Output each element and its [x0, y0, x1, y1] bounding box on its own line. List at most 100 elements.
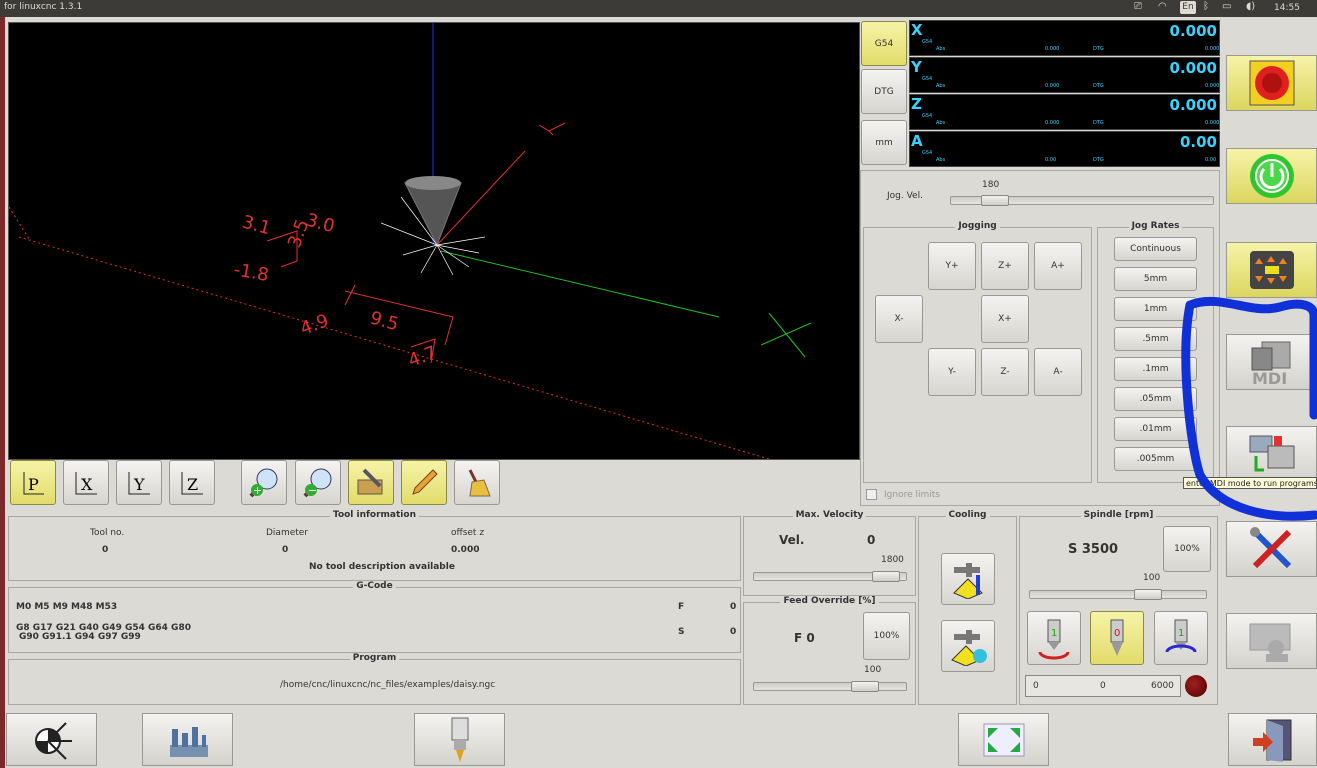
- dro-axis-label: A: [911, 132, 923, 150]
- dro-y[interactable]: Y G54 Abs 0.000 DTG 0.000 0.000: [909, 57, 1220, 93]
- flood-coolant-button[interactable]: [941, 553, 995, 605]
- spindle-override-slider-handle[interactable]: [1134, 589, 1162, 600]
- spindle-cw-button[interactable]: 1: [1154, 611, 1208, 665]
- system-top-bar: for linuxcnc 1.3.1 ⎚ ◠ En ᛒ ▭ ◖) 14:55: [0, 0, 1317, 17]
- volume-icon[interactable]: ◖): [1246, 1, 1255, 12]
- spindle-override-slider[interactable]: [1029, 589, 1207, 600]
- wifi-icon[interactable]: ◠: [1158, 1, 1167, 12]
- velocity-value: 0: [867, 533, 876, 547]
- dro-abs-label: Abs: [936, 157, 946, 163]
- dro-value: 0.000: [1169, 96, 1217, 114]
- view-z-button[interactable]: Z: [169, 460, 215, 505]
- dro-x[interactable]: X G54 Abs 0.000 DTG 0.000 0.000: [909, 20, 1220, 56]
- pencil-icon: [412, 468, 438, 495]
- jog-a-minus-button[interactable]: A-: [1034, 348, 1082, 396]
- show-path-button[interactable]: [401, 460, 447, 505]
- jog-z-minus-button[interactable]: Z-: [981, 348, 1029, 396]
- spindle-stop-icon: 0: [1110, 619, 1124, 656]
- zoom-out-button[interactable]: −: [295, 460, 341, 505]
- feed-override-slider-handle[interactable]: [851, 681, 879, 692]
- fullscreen-button[interactable]: [958, 713, 1049, 766]
- zoom-in-icon: +: [249, 468, 278, 497]
- machine-power-button[interactable]: [1226, 148, 1317, 204]
- dro-coord-label: G54: [922, 113, 933, 119]
- dro-dtg-value: 0.000: [1205, 46, 1220, 52]
- ref-all-button[interactable]: [6, 713, 97, 766]
- dro-value: 0.000: [1169, 22, 1217, 40]
- mist-coolant-button[interactable]: [941, 620, 995, 672]
- spindle-ccw-icon: 1: [1038, 619, 1070, 660]
- offset-z-value: 0.000: [451, 545, 480, 555]
- spindle-ccw-button[interactable]: 1: [1027, 611, 1081, 665]
- battery-icon[interactable]: ▭: [1222, 1, 1231, 12]
- fullscreen-icon: [983, 723, 1024, 756]
- jog-y-plus-button[interactable]: Y+: [928, 242, 976, 290]
- tool-change-button[interactable]: [414, 713, 505, 766]
- view-y-button[interactable]: Y: [116, 460, 162, 505]
- gcode-panel: G-Code: [8, 581, 741, 653]
- diameter-label: Diameter: [266, 528, 309, 538]
- spindle-stop-button[interactable]: 0: [1090, 611, 1144, 665]
- dro-abs-label: Abs: [936, 120, 946, 126]
- speed-label: S: [678, 627, 685, 637]
- jog-rate-continuous[interactable]: Continuous: [1114, 237, 1197, 261]
- dro-axis-label: Z: [911, 95, 922, 113]
- spindle-title: Spindle [rpm]: [1080, 510, 1157, 520]
- spindle-bar-min: 0: [1033, 681, 1039, 691]
- touch-off-button[interactable]: [142, 713, 233, 766]
- feed-override-reset-button[interactable]: 100%: [863, 612, 910, 660]
- dtg-toggle-button[interactable]: DTG: [861, 69, 907, 114]
- jog-x-plus-button[interactable]: X+: [981, 295, 1029, 343]
- user-tabs-icon: [1249, 623, 1290, 662]
- tool-no-label: Tool no.: [90, 528, 125, 538]
- toolpath-preview[interactable]: 3.1 3.0 3.5 -1.8 4.9 9.5 4.7: [8, 22, 860, 460]
- dro-dtg-label: DTG: [1093, 120, 1104, 126]
- flood-coolant-icon: [953, 563, 983, 599]
- dro-z[interactable]: Z G54 Abs 0.000 DTG 0.000 0.000: [909, 94, 1220, 130]
- coord-system-button[interactable]: G54: [861, 21, 907, 66]
- keyboard-layout-indicator[interactable]: En: [1180, 1, 1196, 14]
- clock[interactable]: 14:55: [1274, 3, 1300, 13]
- jog-velocity-slider-handle[interactable]: [981, 195, 1009, 206]
- feed-label: F: [678, 602, 685, 612]
- zoom-in-button[interactable]: +: [241, 460, 287, 505]
- view-x-button[interactable]: X: [63, 460, 109, 505]
- svg-text:X: X: [81, 475, 93, 494]
- dro-coord-label: G54: [922, 150, 933, 156]
- touch-off-icon: [169, 726, 208, 757]
- feed-override-value: F 0: [794, 631, 815, 645]
- dro-a[interactable]: A G54 Abs 0.00 DTG 0.00 0.00: [909, 131, 1220, 167]
- manual-mode-button[interactable]: [1226, 242, 1317, 298]
- dro-abs-value: 0.00: [1045, 157, 1057, 163]
- view-perspective-button[interactable]: P: [10, 460, 56, 505]
- jog-a-plus-button[interactable]: A+: [1034, 242, 1082, 290]
- jog-z-plus-button[interactable]: Z+: [981, 242, 1029, 290]
- estop-button[interactable]: [1226, 55, 1317, 111]
- jog-x-minus-button[interactable]: X-: [875, 295, 923, 343]
- feed-override-slider[interactable]: [753, 681, 907, 692]
- jog-rate-5mm[interactable]: 5mm: [1114, 267, 1197, 291]
- preview-dim-1: 3.1: [240, 212, 273, 240]
- toolpath-preview-canvas: 3.1 3.0 3.5 -1.8 4.9 9.5 4.7: [8, 23, 812, 460]
- show-limits-button[interactable]: [348, 460, 394, 505]
- user-tabs-button[interactable]: [1226, 613, 1317, 669]
- settings-button[interactable]: [1226, 521, 1317, 577]
- dro-dtg-label: DTG: [1093, 83, 1104, 89]
- jog-y-minus-button[interactable]: Y-: [928, 348, 976, 396]
- units-toggle-button[interactable]: mm: [861, 120, 907, 165]
- view-z-icon: Z: [181, 471, 203, 494]
- clear-plot-button[interactable]: [454, 460, 500, 505]
- home-axes-icon: [34, 721, 72, 760]
- window-title: for linuxcnc 1.3.1: [4, 2, 83, 12]
- ignore-limits-checkbox[interactable]: [866, 489, 877, 500]
- max-velocity-slider[interactable]: [753, 571, 907, 582]
- dro-dtg-value: 0.00: [1205, 157, 1217, 163]
- max-velocity-slider-handle[interactable]: [872, 571, 900, 582]
- view-p-icon: P: [23, 471, 44, 494]
- bluetooth-icon[interactable]: ᛒ: [1203, 1, 1209, 12]
- exit-button[interactable]: [1228, 713, 1317, 766]
- spindle-ccw-label: 1: [1051, 628, 1057, 639]
- network-indicator-icon[interactable]: ⎚: [1134, 1, 1142, 12]
- spindle-override-reset-button[interactable]: 100%: [1163, 526, 1211, 572]
- jog-velocity-slider[interactable]: [950, 195, 1214, 206]
